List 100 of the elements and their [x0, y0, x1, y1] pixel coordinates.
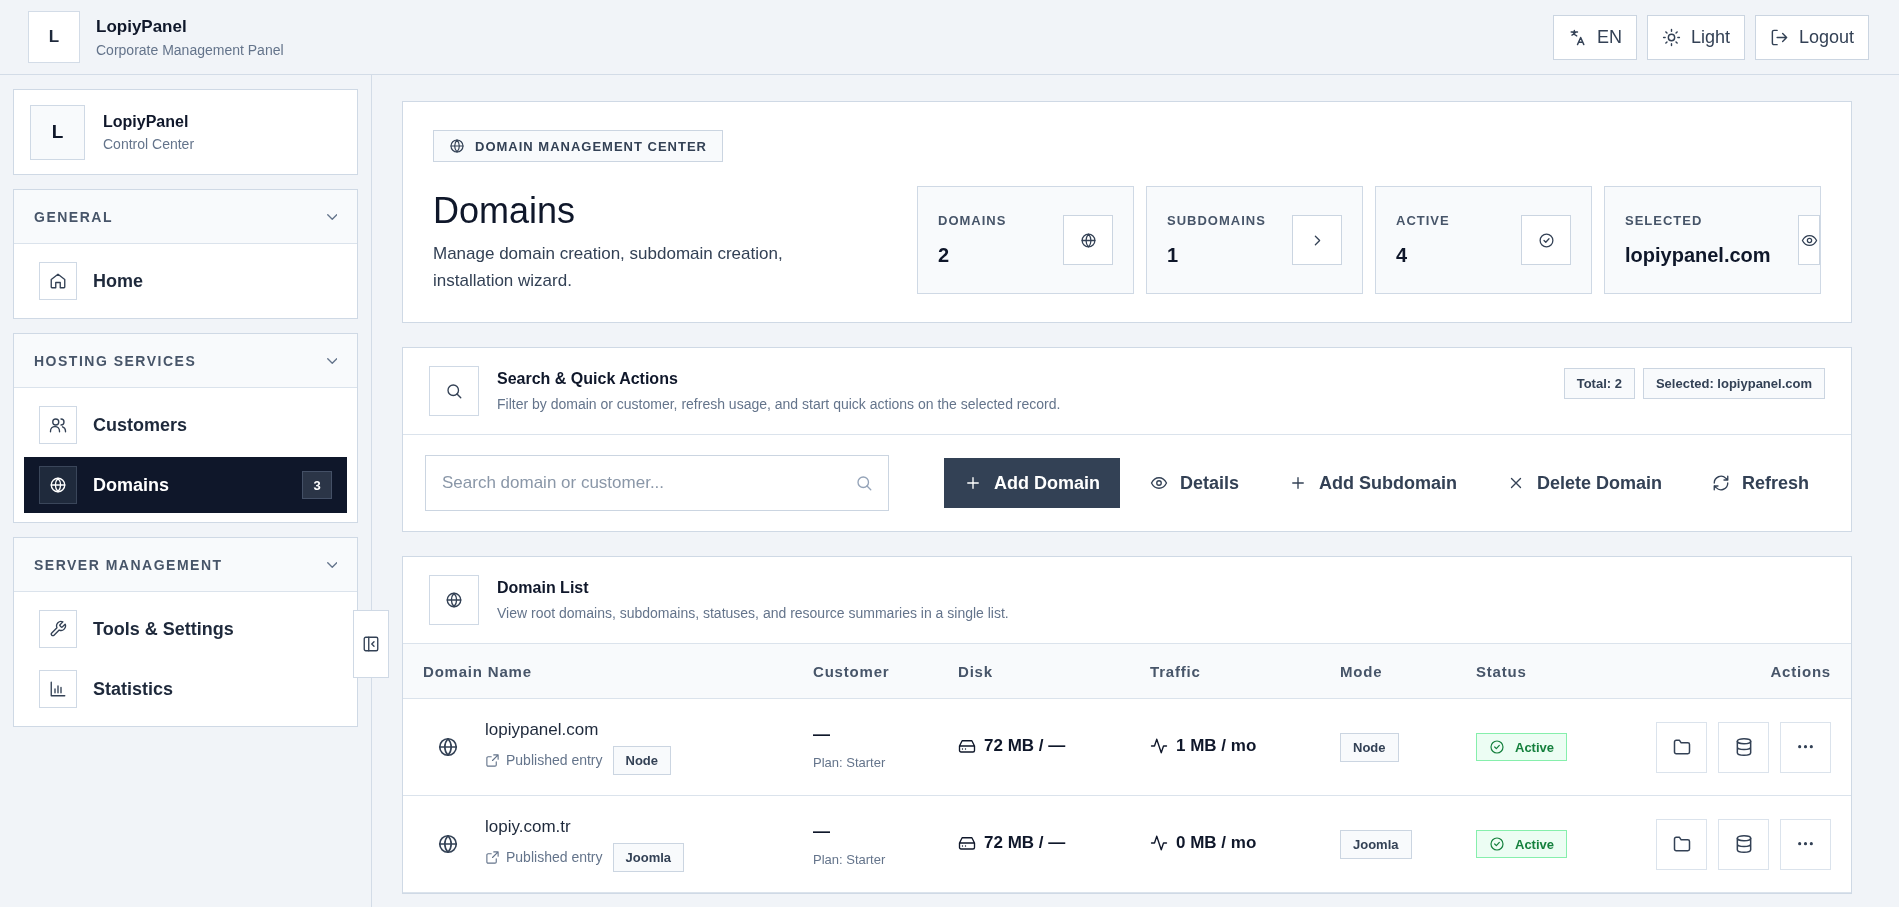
sun-icon	[1661, 27, 1681, 47]
search-field[interactable]: Search domain or customer...	[425, 455, 889, 511]
logo-tile: L	[28, 11, 80, 63]
chevron-down-icon	[326, 357, 337, 364]
more-icon	[1798, 842, 1813, 846]
stat-value: 1	[1167, 244, 1180, 267]
section-header[interactable]: GENERAL	[14, 190, 357, 244]
column-header: Traffic	[1150, 662, 1202, 680]
count-badge: 3	[302, 471, 332, 499]
globe-icon	[49, 476, 67, 494]
search-icon	[855, 474, 873, 492]
domain-name: lopiy.com.tr	[485, 816, 572, 837]
info-badge: Selected: lopiypanel.com	[1642, 368, 1825, 399]
chevron-down-icon	[326, 561, 337, 568]
refresh-icon	[1711, 474, 1730, 492]
folder-icon	[1671, 737, 1692, 757]
status-badge: Active	[1476, 733, 1568, 761]
column-header: Customer	[813, 662, 891, 680]
info-badge: Total: 2	[1563, 368, 1635, 399]
disk-cell: 72 MB / —	[958, 832, 1066, 853]
globe-icon	[1079, 231, 1097, 249]
app-title: LopiyPanel	[96, 16, 188, 37]
database-button[interactable]	[1718, 721, 1769, 773]
published-entry-link[interactable]: Published entry	[485, 752, 603, 768]
stat-value: lopiypanel.com	[1625, 244, 1771, 267]
domain-name: lopiypanel.com	[485, 719, 600, 740]
column-header: Disk	[958, 662, 994, 680]
external-link-icon	[485, 849, 500, 865]
section-header[interactable]: HOSTING SERVICES	[14, 334, 357, 388]
folder-icon	[1671, 834, 1692, 854]
stat-label: SELECTED	[1625, 213, 1704, 228]
status-badge: Active	[1476, 830, 1568, 858]
stat-button[interactable]	[1063, 215, 1113, 265]
panel-description: View root domains, subdomains, statuses, and resource summaries in a single list.	[497, 605, 1010, 621]
check-circle-icon	[1489, 836, 1505, 852]
column-header: Mode	[1340, 662, 1384, 680]
stat-label: DOMAINS	[938, 213, 1007, 228]
plan-cell: Plan: Starter	[813, 754, 886, 770]
check-circle-icon	[1489, 739, 1505, 755]
logout-button[interactable]: Logout	[1754, 14, 1869, 60]
traffic-cell: 0 MB / mo	[1150, 832, 1257, 853]
plan-cell: Plan: Starter	[813, 851, 886, 867]
column-header: Domain Name	[423, 662, 533, 680]
theme-button[interactable]: Light	[1646, 14, 1745, 60]
nav-item[interactable]: Domains 3	[24, 457, 347, 513]
external-link-icon	[485, 752, 500, 768]
activity-icon	[1150, 833, 1168, 852]
brand-logo: L	[30, 104, 85, 160]
nav-item[interactable]: Customers	[24, 397, 347, 453]
panel-title: Domain List	[497, 579, 590, 597]
bar-chart-icon	[49, 680, 67, 698]
column-header: Status	[1476, 662, 1528, 680]
users-icon	[49, 416, 67, 434]
customer-cell: —	[813, 821, 830, 842]
language-button[interactable]: EN	[1552, 14, 1637, 60]
section-header[interactable]: SERVER MANAGEMENT	[14, 538, 357, 592]
nav-item[interactable]: Home	[24, 253, 347, 309]
tag-label: DOMAIN MANAGEMENT CENTER	[475, 138, 707, 154]
panel-description: Filter by domain or customer, refresh usage, and start quick actions on the selected record.	[497, 396, 1062, 412]
globe-icon	[445, 591, 463, 609]
disk-cell: 72 MB / —	[958, 735, 1066, 756]
more-icon	[1798, 745, 1813, 749]
search-icon	[445, 382, 463, 400]
panel-title: Search & Quick Actions	[497, 370, 679, 388]
type-badge: Node	[612, 745, 671, 775]
open-folder-button[interactable]	[1656, 818, 1707, 870]
action-button[interactable]: Add Domain	[943, 458, 1120, 508]
stat-label: SUBDOMAINS	[1167, 213, 1266, 228]
wrench-icon	[49, 620, 67, 638]
database-button[interactable]	[1718, 818, 1769, 870]
action-button[interactable]: Details	[1129, 458, 1259, 508]
action-button[interactable]: Refresh	[1691, 458, 1829, 508]
stat-button[interactable]	[1521, 215, 1571, 265]
chevron-down-icon	[326, 213, 337, 220]
stat-value: 4	[1396, 244, 1409, 267]
brand-title: LopiyPanel	[103, 112, 190, 131]
page-description: Manage domain creation, subdomain creation, installation wizard.	[433, 243, 784, 292]
globe-icon	[437, 833, 459, 855]
globe-icon	[449, 138, 465, 154]
nav-item[interactable]: Tools & Settings	[24, 601, 347, 657]
globe-icon	[437, 736, 459, 758]
traffic-cell: 1 MB / mo	[1150, 735, 1257, 756]
open-folder-button[interactable]	[1656, 721, 1707, 773]
action-button[interactable]: Delete Domain	[1486, 458, 1682, 508]
mode-badge: Node	[1340, 732, 1399, 762]
logout-icon	[1769, 27, 1789, 47]
collapse-sidebar-button[interactable]	[353, 610, 389, 678]
customer-cell: —	[813, 724, 830, 745]
eye-icon	[1149, 474, 1168, 492]
app-subtitle: Corporate Management Panel	[96, 41, 284, 58]
stat-label: ACTIVE	[1396, 213, 1450, 228]
brand-subtitle: Control Center	[103, 135, 195, 152]
published-entry-link[interactable]: Published entry	[485, 849, 603, 865]
home-icon	[49, 272, 67, 290]
check-circle-icon	[1537, 231, 1555, 249]
stat-button[interactable]	[1798, 215, 1820, 265]
activity-icon	[1150, 736, 1168, 755]
action-button[interactable]: Add Subdomain	[1268, 458, 1477, 508]
sidebar-collapse-icon	[362, 635, 380, 653]
nav-item[interactable]: Statistics	[24, 661, 347, 717]
